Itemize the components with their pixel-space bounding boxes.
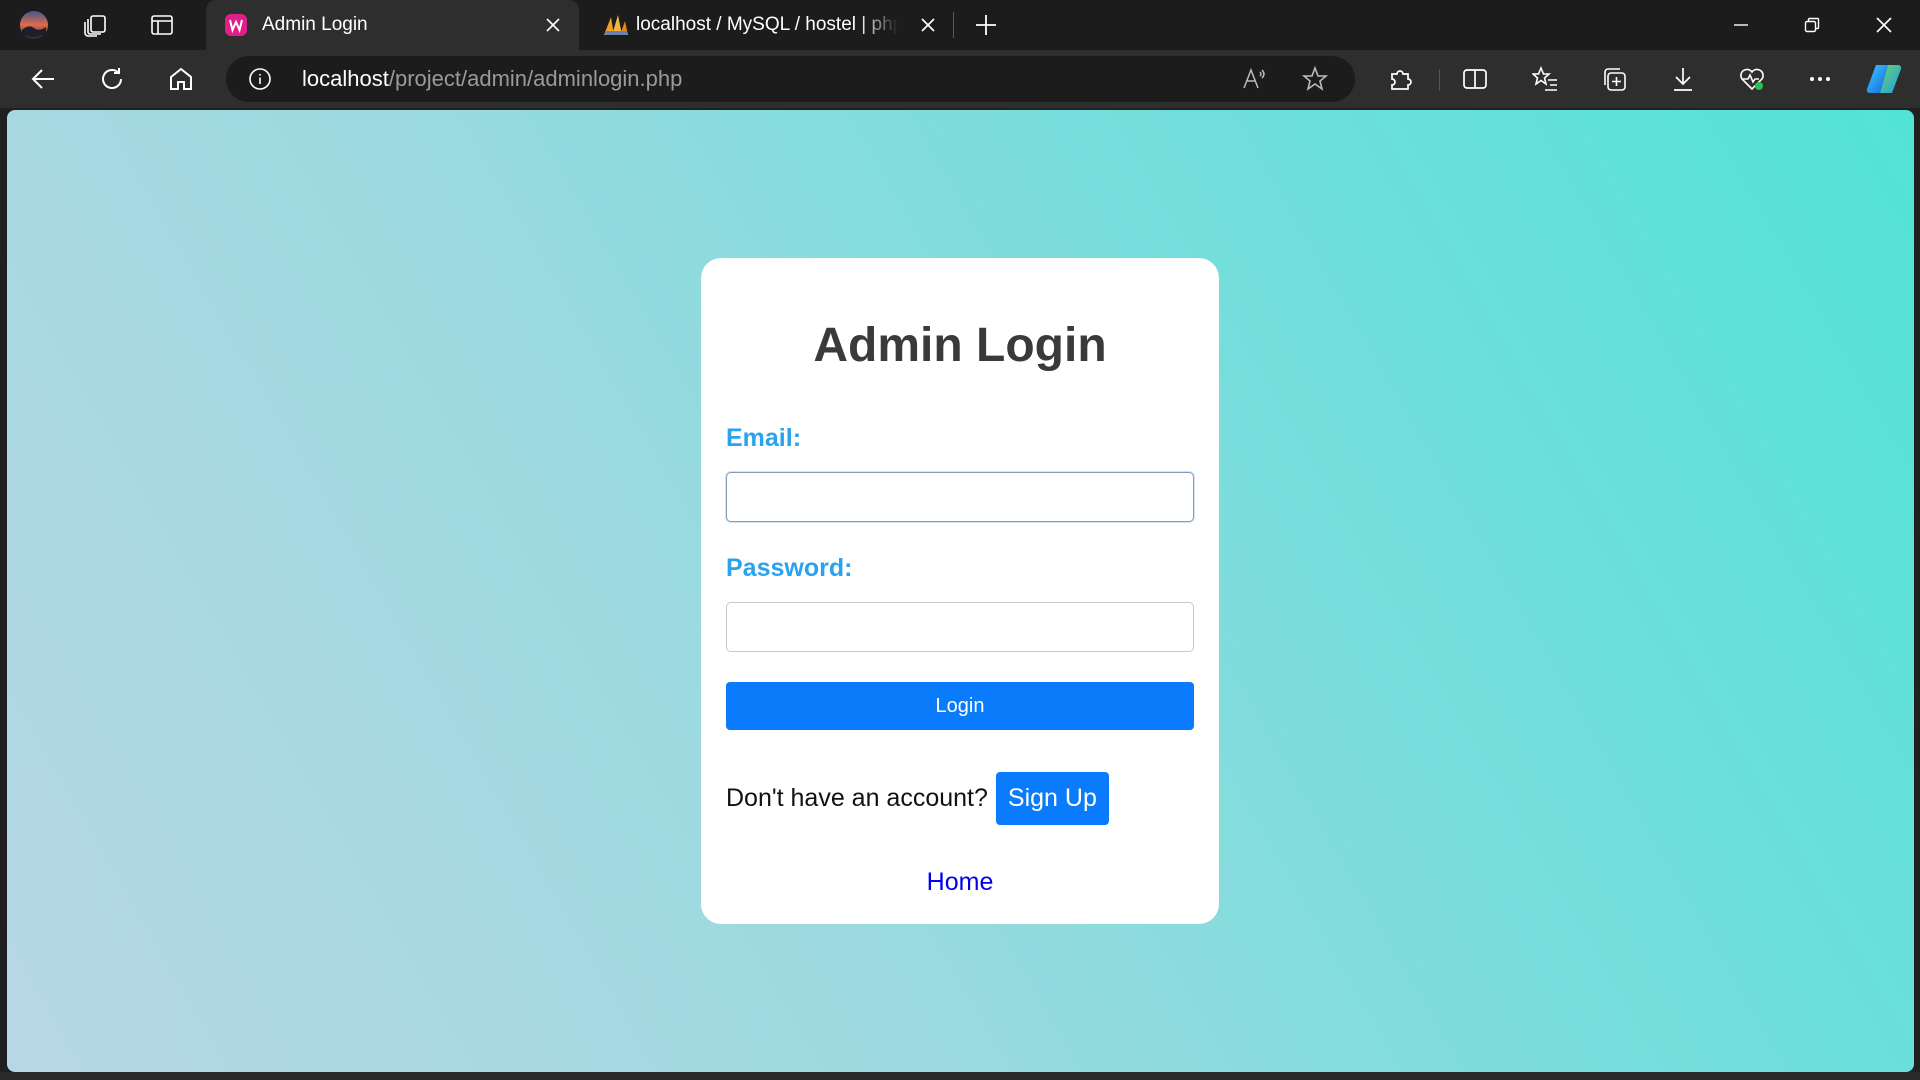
favorites-icon[interactable] <box>1527 61 1563 97</box>
wamp-icon <box>224 13 248 37</box>
email-field[interactable] <box>726 472 1194 522</box>
browser-toolbar: localhost/project/admin/adminlogin.php <box>0 50 1920 108</box>
refresh-icon[interactable] <box>94 61 130 97</box>
close-window-icon[interactable] <box>1848 0 1920 50</box>
url-path: /project/admin/adminlogin.php <box>388 66 683 91</box>
email-label: Email: <box>726 424 802 452</box>
restore-icon[interactable] <box>1776 0 1848 50</box>
close-tab-icon[interactable] <box>916 13 940 37</box>
downloads-icon[interactable] <box>1665 61 1701 97</box>
login-button[interactable]: Login <box>726 682 1194 730</box>
tab-title: Admin Login <box>262 14 368 35</box>
tab-title: localhost / MySQL / hostel | phpMyAdmin <box>636 14 898 35</box>
profile-avatar[interactable] <box>18 9 50 41</box>
site-info-icon[interactable] <box>248 67 272 91</box>
signup-button[interactable]: Sign Up <box>995 772 1109 825</box>
favorite-star-icon[interactable] <box>1301 65 1329 93</box>
address-bar[interactable]: localhost/project/admin/adminlogin.php <box>226 56 1355 102</box>
url-host: localhost <box>302 66 389 91</box>
more-options-icon[interactable] <box>1802 61 1838 97</box>
tab-separator <box>953 12 954 38</box>
home-link[interactable]: Home <box>701 868 1219 897</box>
read-aloud-icon[interactable] <box>1240 65 1268 93</box>
split-screen-icon[interactable] <box>1457 61 1493 97</box>
url-text[interactable]: localhost/project/admin/adminlogin.php <box>302 66 682 92</box>
tab-phpmyadmin[interactable]: localhost / MySQL / hostel | phpMyAdmin <box>584 0 954 50</box>
tab-admin-login[interactable]: Admin Login <box>206 0 579 50</box>
browser-tab-strip: Admin Login localhost / MySQL / hostel |… <box>0 0 1920 50</box>
toolbar-separator <box>1439 69 1440 91</box>
minimize-icon[interactable] <box>1705 0 1777 50</box>
vertical-tabs-icon[interactable] <box>146 9 178 41</box>
collections-icon[interactable] <box>1596 61 1632 97</box>
extensions-icon[interactable] <box>1382 61 1418 97</box>
home-icon[interactable] <box>163 61 199 97</box>
page-viewport: Admin Login Email: Password: Login Don't… <box>7 110 1914 1072</box>
workspaces-icon[interactable] <box>80 9 112 41</box>
phpmyadmin-icon <box>602 13 628 37</box>
signup-prompt: Don't have an account? <box>726 784 988 812</box>
login-card: Admin Login Email: Password: Login Don't… <box>701 258 1219 924</box>
password-label: Password: <box>726 554 853 582</box>
password-field[interactable] <box>726 602 1194 652</box>
back-icon[interactable] <box>25 61 61 97</box>
close-tab-icon[interactable] <box>541 13 565 37</box>
copilot-icon[interactable] <box>1866 61 1902 97</box>
page-title: Admin Login <box>813 319 1107 372</box>
new-tab-icon[interactable] <box>970 9 1002 41</box>
signup-row: Don't have an account? Sign Up <box>726 772 1109 825</box>
window-bottom-edge <box>0 1072 1920 1080</box>
browser-essentials-icon[interactable] <box>1734 61 1770 97</box>
